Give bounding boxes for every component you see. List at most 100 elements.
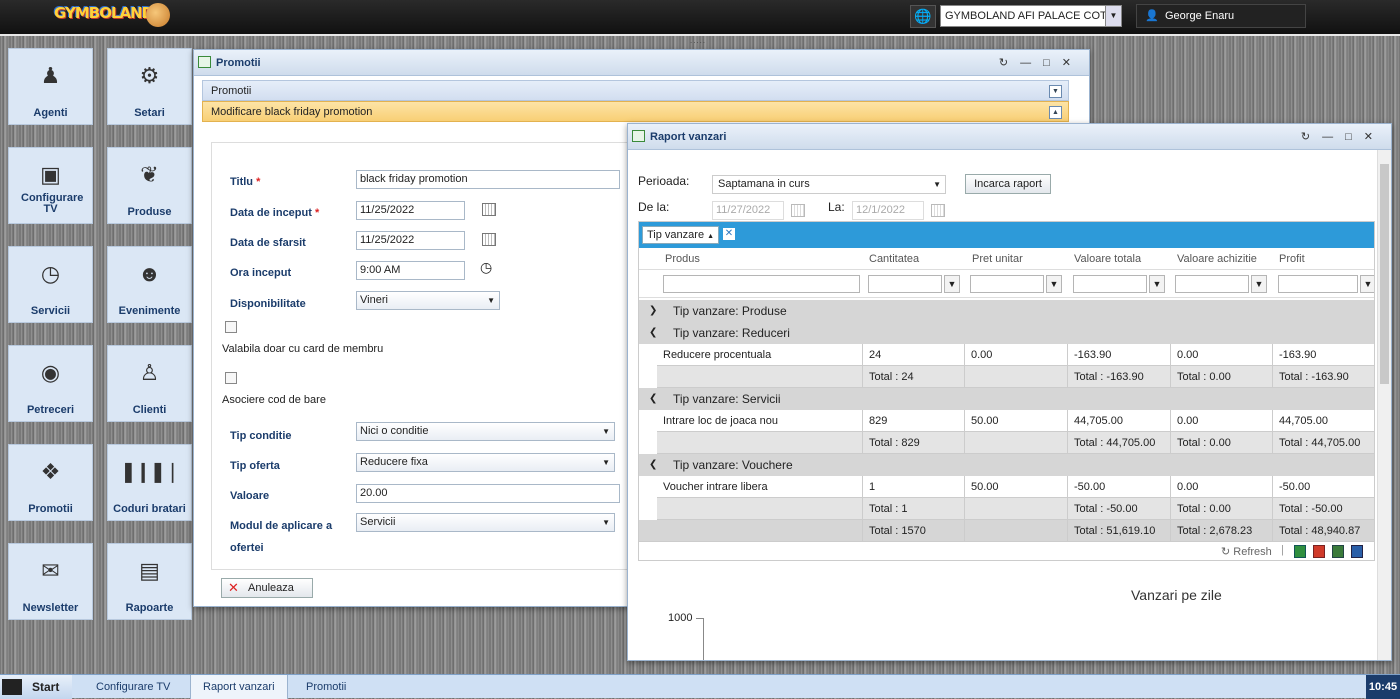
edit-promotion-bar[interactable]: Modificare black friday promotion ▲ — [202, 101, 1069, 122]
data-inceput-input[interactable]: 11/25/2022 — [356, 201, 465, 220]
chevron-down-icon[interactable]: ▼ — [1105, 6, 1121, 26]
chevron-down-icon: ▼ — [602, 458, 610, 467]
chevron-up-icon[interactable]: ▲ — [1049, 106, 1062, 119]
task-raport-vanzari[interactable]: Raport vanzari — [190, 675, 288, 699]
filter-produs-input[interactable] — [663, 275, 860, 293]
start-button[interactable]: Start — [0, 675, 72, 699]
user-menu[interactable]: 👤 George Enaru — [1136, 4, 1306, 28]
export-pdf-icon[interactable] — [1313, 545, 1325, 558]
sort-asc-icon[interactable]: ▲ — [707, 233, 714, 240]
modul-aplicare-select[interactable]: Servicii ▼ — [356, 513, 615, 532]
calendar-icon[interactable] — [931, 204, 945, 217]
export-excel-icon[interactable] — [1294, 545, 1306, 558]
col-profit[interactable]: Profit — [1279, 253, 1305, 265]
filter-icon[interactable]: ▼ — [944, 275, 960, 293]
tile-label: Clienti — [132, 404, 167, 416]
col-produs[interactable]: Produs — [665, 253, 700, 265]
location-select[interactable]: GYMBOLAND AFI PALACE COTRC ▼ — [940, 5, 1122, 27]
ora-inceput-input[interactable]: 9:00 AM — [356, 261, 465, 280]
perioada-select[interactable]: Saptamana in curs ▼ — [712, 175, 946, 194]
collapse-icon[interactable]: ❮ — [649, 454, 657, 476]
chevron-down-icon: ▼ — [487, 296, 495, 305]
group-row-reduceri[interactable]: ❮ Tip vanzare: Reduceri — [639, 322, 1374, 344]
vertical-scrollbar[interactable] — [1377, 150, 1391, 660]
tile-produse[interactable]: ❦ Produse — [107, 147, 192, 224]
tile-clienti[interactable]: ♙ Clienti — [107, 345, 192, 422]
anuleaza-button[interactable]: ✕ Anuleaza — [221, 578, 313, 598]
window-title: Raport vanzari — [650, 131, 727, 143]
col-cantitatea[interactable]: Cantitatea — [869, 253, 919, 265]
collapse-icon[interactable]: ❮ — [649, 322, 657, 344]
refresh-button[interactable]: ↻ Refresh — [1221, 545, 1272, 558]
tip-conditie-label: Tip conditie — [230, 430, 292, 442]
remove-group-icon[interactable]: ✕ — [722, 227, 736, 241]
calendar-icon[interactable] — [482, 233, 496, 246]
expand-icon[interactable]: ❯ — [649, 300, 657, 322]
card-membru-checkbox[interactable] — [225, 321, 237, 333]
group-row-servicii[interactable]: ❮ Tip vanzare: Servicii — [639, 388, 1374, 410]
filter-profit-input[interactable] — [1278, 275, 1358, 293]
group-row-vouchere[interactable]: ❮ Tip vanzare: Vouchere — [639, 454, 1374, 476]
col-valoare-totala[interactable]: Valoare totala — [1074, 253, 1141, 265]
filter-cantitatea-input[interactable] — [868, 275, 942, 293]
tile-petreceri[interactable]: ◉ Petreceri — [8, 345, 93, 422]
task-configurare-tv[interactable]: Configurare TV — [84, 675, 182, 699]
calendar-icon[interactable] — [791, 204, 805, 217]
tip-conditie-select[interactable]: Nici o conditie ▼ — [356, 422, 615, 441]
tile-rapoarte[interactable]: ▤ Rapoarte — [107, 543, 192, 620]
total-cell: Total : -163.90 — [1272, 366, 1349, 388]
valoare-input[interactable]: 20.00 — [356, 484, 620, 503]
tile-newsletter[interactable]: ✉ Newsletter — [8, 543, 93, 620]
export-csv-icon[interactable] — [1332, 545, 1344, 558]
table-row[interactable]: Reducere procentuala 24 0.00 -163.90 0.0… — [657, 344, 1374, 366]
la-input[interactable]: 12/1/2022 — [852, 201, 924, 220]
drag-handle[interactable]: ..... — [690, 36, 706, 45]
table-row[interactable]: Voucher intrare libera 1 50.00 -50.00 0.… — [657, 476, 1374, 498]
col-pret-unitar[interactable]: Pret unitar — [972, 253, 1023, 265]
tip-oferta-label: Tip oferta — [230, 460, 280, 472]
gear-icon: ⚙ — [139, 63, 160, 88]
tile-setari[interactable]: ⚙ Setari — [107, 48, 192, 125]
calendar-icon[interactable] — [482, 203, 496, 216]
scrollbar-thumb[interactable] — [1380, 164, 1389, 384]
group-chip[interactable]: Tip vanzare ▲ — [642, 226, 720, 244]
disponibilitate-select[interactable]: Vineri ▼ — [356, 291, 500, 310]
filter-icon[interactable]: ▼ — [1360, 275, 1374, 293]
tip-oferta-select[interactable]: Reducere fixa ▼ — [356, 453, 615, 472]
filter-icon[interactable]: ▼ — [1046, 275, 1062, 293]
raport-window-titlebar[interactable]: Raport vanzari ↻—□✕ — [628, 124, 1391, 150]
tile-coduri-bratari[interactable]: ❚❙❚❘ Coduri bratari — [107, 444, 192, 521]
filter-icon[interactable]: ▼ — [1149, 275, 1165, 293]
titlu-input[interactable]: black friday promotion — [356, 170, 620, 189]
mascot-icon — [146, 3, 170, 27]
promotii-window-titlebar[interactable]: Promotii ↻—□✕ — [194, 50, 1089, 76]
col-valoare-achizitie[interactable]: Valoare achizitie — [1177, 253, 1257, 265]
group-row-produse[interactable]: ❯ Tip vanzare: Produse — [639, 300, 1374, 322]
export-word-icon[interactable] — [1351, 545, 1363, 558]
task-promotii[interactable]: Promotii — [294, 675, 358, 699]
cod-bare-checkbox[interactable] — [225, 372, 237, 384]
window-controls[interactable]: ↻—□✕ — [999, 50, 1083, 76]
cell-cantitatea: 24 — [862, 344, 881, 366]
tile-promotii[interactable]: ❖ Promotii — [8, 444, 93, 521]
data-sfarsit-input[interactable]: 11/25/2022 — [356, 231, 465, 250]
window-controls[interactable]: ↻—□✕ — [1301, 124, 1385, 150]
filter-valoare-input[interactable] — [1073, 275, 1147, 293]
filter-pret-input[interactable] — [970, 275, 1044, 293]
chevron-down-icon[interactable]: ▼ — [1049, 85, 1062, 98]
tile-agenti[interactable]: ♟ Agenti — [8, 48, 93, 125]
globe-icon[interactable]: 🌐 — [910, 5, 936, 28]
tile-servicii[interactable]: ◷ Servicii — [8, 246, 93, 323]
collapse-icon[interactable]: ❮ — [649, 388, 657, 410]
incarca-raport-button[interactable]: Incarca raport — [965, 174, 1051, 194]
cell-pret: 50.00 — [964, 476, 999, 498]
tile-evenimente[interactable]: ☻ Evenimente — [107, 246, 192, 323]
de-la-input[interactable]: 11/27/2022 — [712, 201, 784, 220]
table-row[interactable]: Intrare loc de joaca nou 829 50.00 44,70… — [657, 410, 1374, 432]
filter-achizitie-input[interactable] — [1175, 275, 1249, 293]
group-chip-label: Tip vanzare — [647, 229, 705, 241]
filter-icon[interactable]: ▼ — [1251, 275, 1267, 293]
tile-configurare-tv[interactable]: ▣ Configurare TV — [8, 147, 93, 224]
alarm-clock-icon[interactable]: ◷ — [480, 259, 492, 276]
promotii-list-bar[interactable]: Promotii ▼ — [202, 80, 1069, 101]
